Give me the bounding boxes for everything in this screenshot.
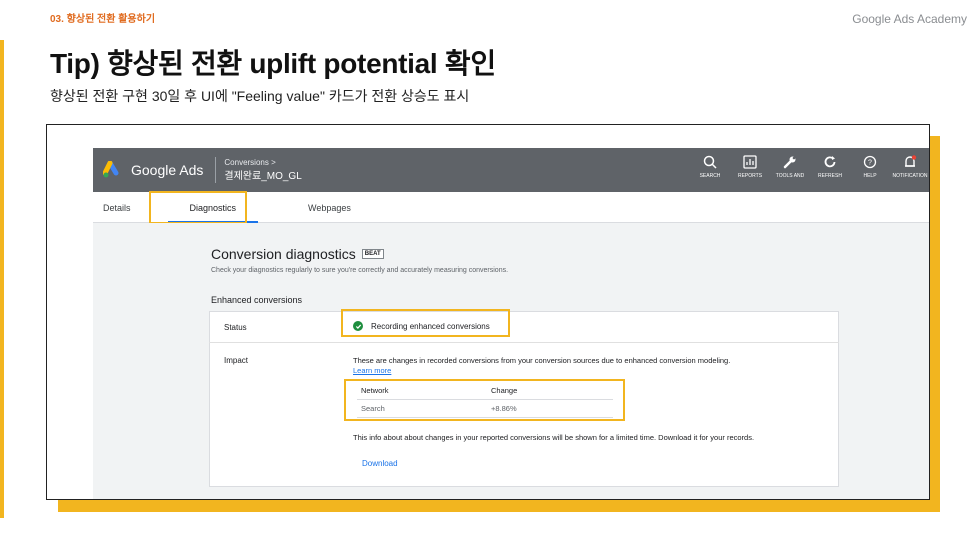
app-header: Google Ads Conversions > 결제완료_MO_GL SEAR… [93, 148, 929, 192]
beta-badge: BEAT [361, 249, 384, 259]
google-ads-logo-icon [103, 161, 119, 178]
notification-button[interactable]: NOTIFICATION [892, 154, 928, 179]
search-icon [703, 155, 717, 169]
highlight-status [341, 309, 510, 337]
status-label: Status [224, 323, 247, 332]
impact-label: Impact [224, 356, 249, 365]
help-icon: ? [863, 155, 877, 169]
notification-label: NOTIFICATION [892, 173, 928, 179]
svg-text:?: ? [868, 160, 872, 167]
tab-webpages[interactable]: Webpages [308, 192, 351, 222]
bell-icon [905, 155, 917, 167]
refresh-icon [824, 156, 836, 168]
header-actions: SEARCH REPORTS TOOLS AND REFRESH ? HELP … [694, 154, 928, 179]
left-accent-bar [0, 40, 4, 518]
screenshot-frame: Google Ads Conversions > 결제완료_MO_GL SEAR… [46, 124, 930, 500]
learn-more-link[interactable]: Learn more [353, 366, 391, 375]
brand-label: Google Ads Academy [852, 12, 967, 26]
header-divider [215, 157, 217, 183]
help-label: HELP [863, 173, 877, 179]
refresh-label: REFRESH [818, 173, 842, 179]
reports-icon [743, 155, 757, 169]
highlight-table [344, 379, 625, 421]
search-button[interactable]: SEARCH [694, 154, 726, 179]
product-name[interactable]: Google Ads [131, 162, 203, 178]
reports-label: REPORTS [737, 173, 763, 179]
row-divider [209, 342, 839, 343]
wrench-icon [783, 156, 796, 169]
tools-button[interactable]: TOOLS AND [774, 154, 806, 179]
enhanced-conversions-title: Enhanced conversions [211, 295, 303, 305]
section-label: 03. 향상된 전환 활용하기 [50, 14, 156, 25]
info-text: This info about about changes in your re… [353, 433, 755, 442]
tools-label: TOOLS AND [775, 173, 805, 179]
slide-title: Tip) 향상된 전환 uplift potential 확인 [50, 48, 496, 79]
download-link[interactable]: Download [362, 459, 398, 468]
impact-text: These are changes in recorded conversion… [353, 356, 731, 365]
highlight-diagnostics-tab [149, 191, 247, 224]
diagnostics-description: Check your diagnostics regularly to sure… [211, 267, 509, 274]
refresh-button[interactable]: REFRESH [814, 154, 846, 179]
reports-button[interactable]: REPORTS [734, 154, 766, 179]
breadcrumb: Conversions > 결제완료_MO_GL [224, 158, 301, 182]
help-button[interactable]: ? HELP [854, 154, 886, 179]
tab-details[interactable]: Details [103, 192, 131, 222]
breadcrumb-current: 결제완료_MO_GL [224, 171, 302, 182]
diagnostics-title-text: Conversion diagnostics [211, 246, 356, 262]
search-label: SEARCH [699, 173, 721, 179]
breadcrumb-parent[interactable]: Conversions > [224, 158, 301, 167]
diagnostics-title: Conversion diagnostics BEAT [211, 246, 384, 262]
slide-subtitle: 향상된 전환 구현 30일 후 UI에 "Feeling value" 카드가 … [50, 88, 470, 104]
